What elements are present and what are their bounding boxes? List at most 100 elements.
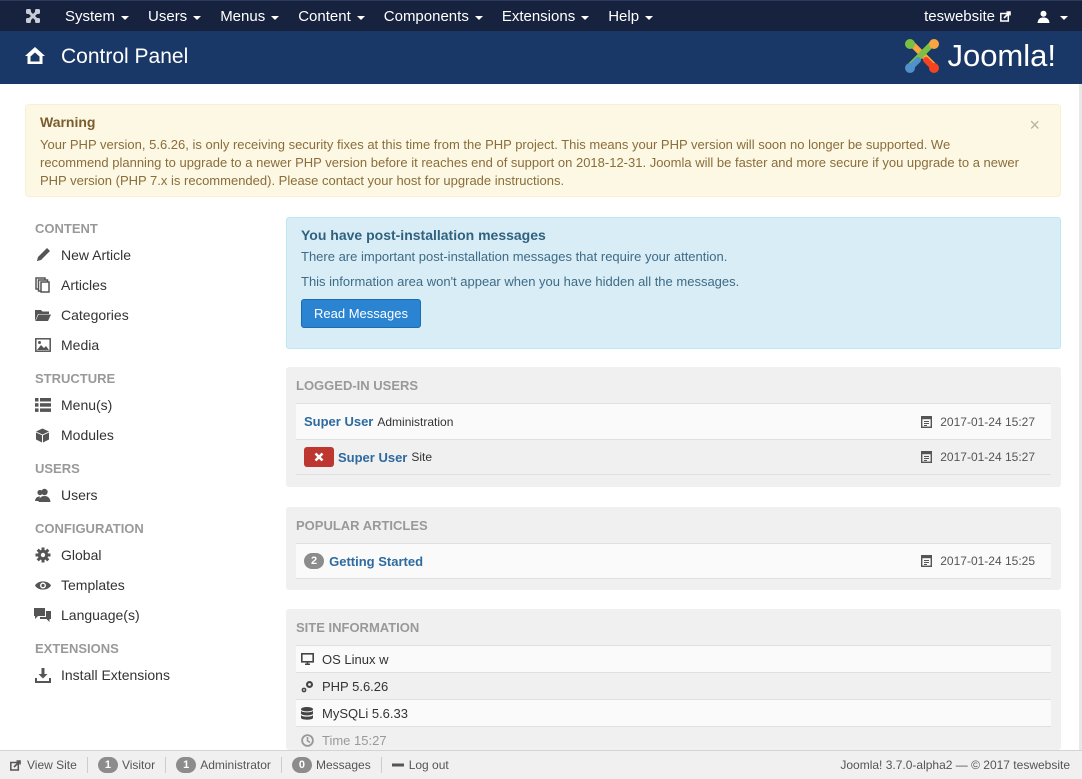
visitors-link[interactable]: 1 Visitor [97,757,156,773]
sidebar: CONTENT New Article Articles Categories … [25,218,265,690]
module-title: LOGGED-IN USERS [296,378,419,393]
visitor-label: Visitor [121,758,156,772]
menu-extensions[interactable]: Extensions [493,8,599,25]
administrators-link[interactable]: 1 Administrator [176,757,271,773]
joomla-icon[interactable] [24,7,42,25]
eye-icon [34,577,51,593]
comments-icon [34,607,51,623]
warning-message: Your PHP version, 5.6.26, is only receiv… [40,137,1019,188]
site-info-text: Time 15:27 [322,732,387,748]
postinstall-line-1: There are important post-installation me… [301,249,728,264]
admin-count-badge: 1 [176,757,197,773]
warning-title: Warning [40,114,96,130]
site-info-text: PHP 5.6.26 [322,678,389,694]
sidebar-item-install-extensions[interactable]: Install Extensions [25,660,265,690]
view-site-label: View Site [27,758,77,772]
row-date: 2017-01-24 15:25 [921,554,1035,568]
messages-count-badge: 0 [291,757,312,773]
menu-label: Extensions [501,8,576,25]
popular-articles-module: POPULAR ARTICLES 2 Getting Started 2017-… [286,507,1061,590]
caret-down-icon [356,15,365,20]
menu-help[interactable]: Help [599,8,663,25]
table-row: 2 Getting Started 2017-01-24 15:25 [296,543,1051,579]
calendar-icon [921,451,933,463]
sidebar-item-label: New Article [61,247,132,263]
site-info-row: PHP 5.6.26 [296,672,1051,699]
module-title: POPULAR ARTICLES [296,518,428,533]
user-area: Administration [377,414,454,429]
database-icon [300,706,314,720]
sidebar-item-label: Language(s) [61,607,140,623]
sidebar-item-label: Menu(s) [61,397,113,413]
sidebar-item-new-article[interactable]: New Article [25,240,265,270]
sidebar-item-label: Categories [61,307,129,323]
site-link-label: teswebsite [924,8,995,25]
menu-menus[interactable]: Menus [211,8,289,25]
pencil-icon [34,247,51,263]
menu-users[interactable]: Users [139,8,211,25]
date-text: 2017-01-24 15:25 [940,554,1035,568]
nav-right: teswebsite [924,1,1068,32]
sidebar-item-label: Templates [61,577,125,593]
sidebar-item-global[interactable]: Global [25,540,265,570]
sidebar-item-languages[interactable]: Language(s) [25,600,265,630]
visitor-count-badge: 1 [97,757,118,773]
sidebar-section-users: USERS [35,461,80,476]
cube-icon [34,427,51,443]
view-site-link[interactable]: View Site [10,758,77,772]
sidebar-item-templates[interactable]: Templates [25,570,265,600]
close-icon[interactable]: × [1029,115,1040,136]
calendar-icon [921,415,933,428]
joomla-logo-icon [905,39,940,73]
site-info-row: OS Linux w [296,645,1051,672]
divider [380,757,382,773]
menu-content[interactable]: Content [289,8,375,25]
cogs-icon [300,679,314,693]
calendar-icon [921,555,933,567]
postinstall-title: You have post-installation messages [301,227,546,243]
caret-down-icon [1060,15,1068,20]
page-title: Control Panel [61,45,189,68]
logout-user-button[interactable] [304,447,334,467]
date-text: 2017-01-24 15:27 [940,450,1035,464]
table-row: Super User Administration 2017-01-24 15:… [296,403,1051,439]
read-messages-button[interactable]: Read Messages [301,299,421,328]
sidebar-item-label: Media [61,337,100,353]
sidebar-item-articles[interactable]: Articles [25,270,265,300]
sidebar-item-media[interactable]: Media [25,330,265,360]
logout-label: Log out [408,758,449,772]
messages-label: Messages [316,758,371,772]
menu-components[interactable]: Components [375,8,493,25]
sidebar-item-menus[interactable]: Menu(s) [25,390,265,420]
user-link[interactable]: Super User [338,450,407,465]
sidebar-section-structure: STRUCTURE [35,371,116,386]
article-link[interactable]: Getting Started [329,554,423,569]
menu-system[interactable]: System [56,8,139,25]
sidebar-item-label: Modules [61,427,114,443]
user-menu[interactable] [1037,10,1068,23]
module-title: SITE INFORMATION [296,620,420,635]
sidebar-item-users[interactable]: Users [25,480,265,510]
site-info-text: MySQLi 5.6.33 [322,705,408,721]
sidebar-item-label: Users [61,487,98,503]
sidebar-item-modules[interactable]: Modules [25,420,265,450]
messages-link[interactable]: 0 Messages [291,757,371,773]
table-row: Super User Site 2017-01-24 15:27 [296,439,1051,475]
site-info-row: Time 15:27 [296,726,1051,753]
download-icon [34,667,51,683]
user-link[interactable]: Super User [304,414,373,429]
hits-badge: 2 [304,553,325,569]
home-icon [25,47,45,64]
folder-icon [34,307,51,323]
logout-link[interactable]: Log out [391,758,449,772]
site-info-text: OS Linux w [322,651,389,667]
menu-label: System [65,8,116,25]
sidebar-item-categories[interactable]: Categories [25,300,265,330]
clock-icon [300,733,314,747]
list-icon [34,397,51,413]
logged-in-users-module: LOGGED-IN USERS Super User Administratio… [286,367,1061,487]
main-menu: System Users Menus Content Components Ex… [56,1,663,32]
sidebar-item-label: Install Extensions [61,667,170,683]
site-link[interactable]: teswebsite [924,8,1011,25]
caret-down-icon [645,15,654,20]
